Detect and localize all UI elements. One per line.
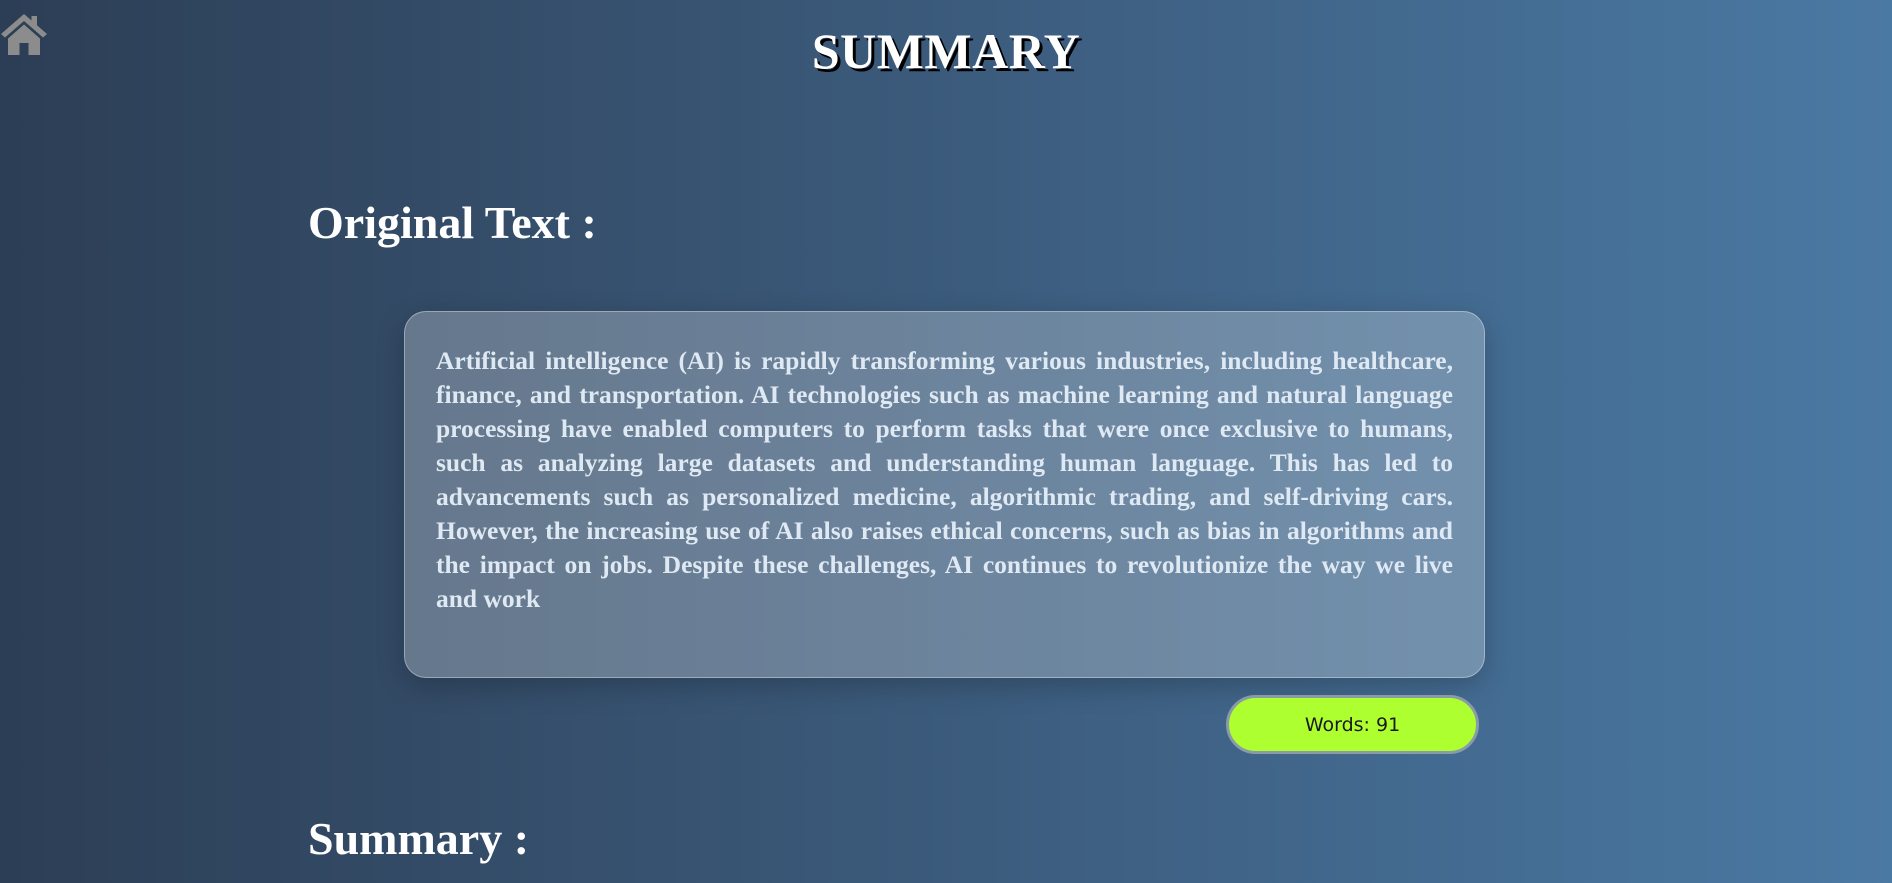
page-title: SUMMARY (811, 23, 1081, 79)
summary-heading: Summary : (308, 813, 530, 864)
original-text-card: Artificial intelligence (AI) is rapidly … (404, 311, 1485, 678)
original-text-body: Artificial intelligence (AI) is rapidly … (436, 346, 1453, 613)
word-count-badge: Words: 91 (1226, 695, 1479, 754)
original-text-heading: Original Text : (308, 197, 597, 248)
